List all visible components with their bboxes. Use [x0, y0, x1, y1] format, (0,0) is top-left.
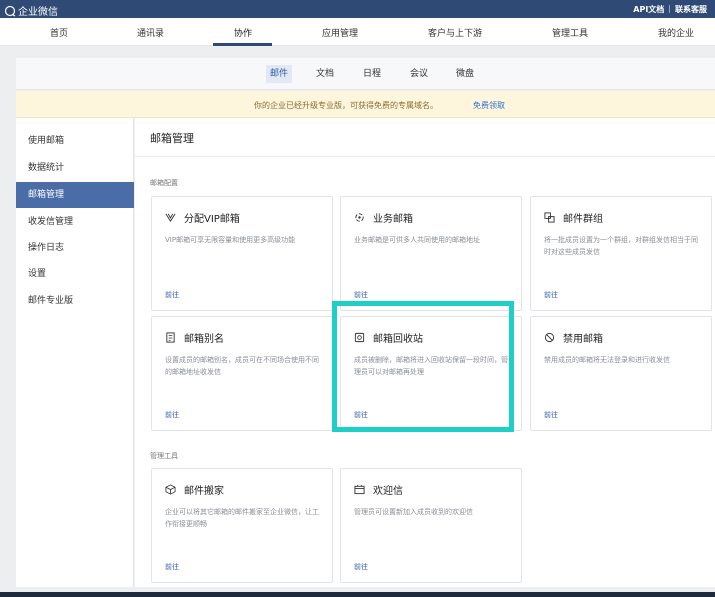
card-disable-mailbox[interactable]: 禁用邮箱 禁用成员的邮箱将无法登录和进行收发信 前往 [530, 316, 712, 431]
wecom-logo-icon [4, 5, 16, 17]
nav-apps[interactable]: 应用管理 [322, 26, 358, 39]
nav-customers[interactable]: 客户与上下游 [428, 26, 482, 39]
v-icon [165, 213, 176, 223]
card-desc: 将一批成员设置为一个群组，对群组发信相当于同时对这些成员发信 [544, 236, 698, 256]
bottom-edge [0, 592, 715, 597]
card-go-link[interactable]: 前往 [544, 410, 558, 420]
card-title: 业务邮箱 [373, 214, 413, 225]
card-go-link[interactable]: 前往 [165, 562, 179, 572]
nav-collaboration[interactable]: 协作 [234, 26, 252, 39]
tab-docs[interactable]: 文档 [312, 65, 338, 83]
card-go-link[interactable]: 前往 [354, 290, 368, 300]
card-title: 欢迎信 [373, 486, 403, 497]
divider [135, 156, 715, 157]
tab-mail[interactable]: 邮件 [266, 65, 293, 83]
card-mail-migration[interactable]: 邮件搬家 企业可以将其它邮箱的邮件搬家至企业微信，让工作衔接更顺畅 前往 [151, 468, 333, 583]
card-go-link[interactable]: 前往 [165, 290, 179, 300]
card-desc: 设置成员的邮箱别名，成员可在不同场合使用不同的邮箱地址收发信 [165, 356, 319, 376]
ban-icon [544, 332, 555, 343]
card-desc: 企业可以将其它邮箱的邮件搬家至企业微信，让工作衔接更顺畅 [165, 508, 319, 528]
group-icon [544, 212, 555, 223]
card-mailbox-alias[interactable]: 邮箱别名 设置成员的邮箱别名，成员可在不同场合使用不同的邮箱地址收发信 前往 [151, 316, 333, 431]
nav-tools[interactable]: 管理工具 [552, 26, 588, 39]
api-docs-link[interactable]: API文档 [633, 4, 664, 15]
separator: | [668, 4, 671, 13]
tab-drive[interactable]: 微盘 [452, 65, 478, 83]
sidebar: 使用邮箱 数据统计 邮箱管理 收发信管理 操作日志 设置 邮件专业版 [16, 118, 134, 587]
nav-contacts[interactable]: 通讯录 [137, 26, 164, 39]
page-title: 邮箱管理 [150, 132, 194, 145]
notice-claim-link[interactable]: 免费领取 [473, 100, 505, 111]
card-go-link[interactable]: 前往 [354, 562, 368, 572]
sidebar-item-pro[interactable]: 邮件专业版 [16, 288, 134, 314]
card-go-link[interactable]: 前往 [544, 290, 558, 300]
section-label-config: 邮箱配置 [150, 179, 178, 187]
nav-home[interactable]: 首页 [50, 26, 68, 39]
sidebar-item-use-mailbox[interactable]: 使用邮箱 [16, 128, 134, 154]
welcome-icon [354, 484, 365, 495]
card-desc: 禁用成员的邮箱将无法登录和进行收发信 [544, 356, 670, 364]
sidebar-item-send-receive[interactable]: 收发信管理 [16, 209, 134, 235]
top-bar: 企业微信 API文档 | 联系客服 [0, 0, 715, 18]
tab-meeting[interactable]: 会议 [406, 65, 432, 83]
card-desc: 管理员可设置新加入成员收到的欢迎信 [354, 508, 473, 516]
card-mail-group[interactable]: 邮件群组 将一批成员设置为一个群组，对群组发信相当于同时对这些成员发信 前往 [530, 196, 712, 311]
card-welcome-letter[interactable]: 欢迎信 管理员可设置新加入成员收到的欢迎信 前往 [340, 468, 522, 583]
card-go-link[interactable]: 前往 [165, 410, 179, 420]
card-title: 分配VIP邮箱 [184, 214, 240, 225]
notice-text: 你的企业已经升级专业版，可获得免费的专属域名。 [254, 101, 438, 110]
tab-calendar[interactable]: 日程 [359, 65, 385, 83]
card-vip-mailbox[interactable]: 分配VIP邮箱 VIP邮箱可享无限容量和使用更多高级功能 前往 [151, 196, 333, 311]
card-title: 禁用邮箱 [563, 334, 603, 345]
main-nav: 首页 通讯录 协作 应用管理 客户与上下游 管理工具 我的企业 [0, 18, 715, 46]
card-desc: 业务邮箱是可供多人共同使用的邮箱地址 [354, 236, 480, 244]
logo-text: 企业微信 [18, 7, 58, 18]
contact-support-link[interactable]: 联系客服 [675, 4, 707, 15]
sub-nav: 邮件 文档 日程 会议 微盘 [16, 58, 715, 90]
sidebar-item-statistics[interactable]: 数据统计 [16, 155, 134, 181]
sidebar-item-settings[interactable]: 设置 [16, 261, 134, 287]
logo[interactable]: 企业微信 [4, 3, 58, 18]
card-business-mailbox[interactable]: 业务邮箱 业务邮箱是可供多人共同使用的邮箱地址 前往 [340, 196, 522, 311]
highlight-box [332, 301, 514, 432]
nav-my-company[interactable]: 我的企业 [658, 26, 694, 39]
sidebar-item-logs[interactable]: 操作日志 [16, 235, 134, 261]
business-icon [355, 213, 364, 222]
card-title: 邮件搬家 [184, 486, 224, 497]
sidebar-item-mailbox-management[interactable]: 邮箱管理 [16, 182, 134, 208]
section-label-tools: 管理工具 [150, 452, 178, 460]
card-title: 邮箱别名 [184, 334, 224, 345]
box-icon [165, 484, 176, 495]
card-desc: VIP邮箱可享无限容量和使用更多高级功能 [165, 236, 296, 244]
alias-icon [166, 332, 175, 343]
upgrade-notice: 你的企业已经升级专业版，可获得免费的专属域名。 免费领取 [16, 91, 715, 118]
card-title: 邮件群组 [563, 214, 603, 225]
